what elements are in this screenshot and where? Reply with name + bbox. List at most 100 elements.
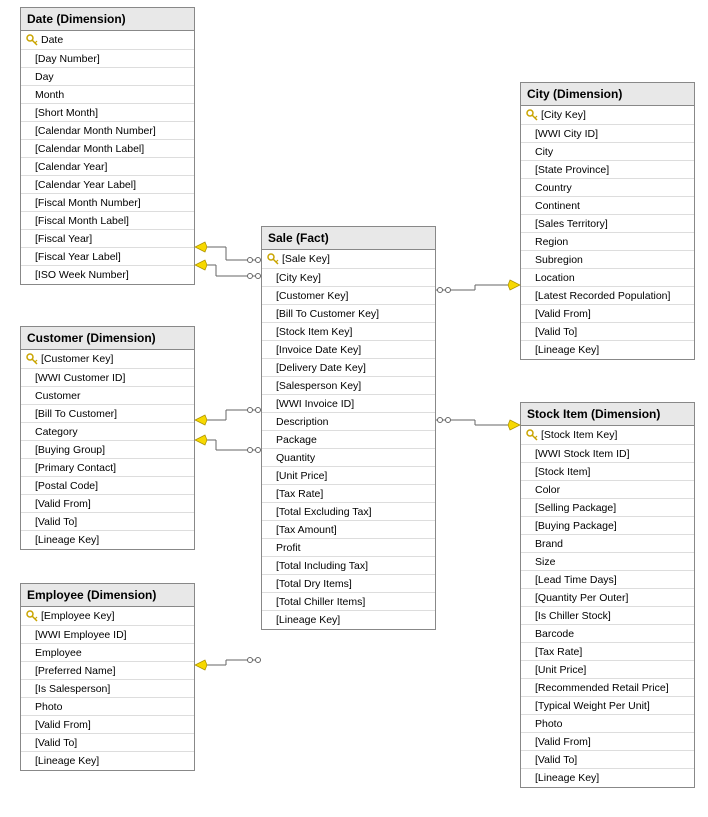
column-row[interactable]: [Lineage Key] — [262, 611, 435, 629]
column-row[interactable]: [Stock Item Key] — [262, 323, 435, 341]
column-row[interactable]: [Lineage Key] — [21, 752, 194, 770]
column-row[interactable]: [State Province] — [521, 161, 694, 179]
column-row[interactable]: [Invoice Date Key] — [262, 341, 435, 359]
column-row[interactable]: [Valid From] — [21, 716, 194, 734]
column-row[interactable]: [Valid From] — [21, 495, 194, 513]
column-row[interactable]: [Valid To] — [521, 751, 694, 769]
column-row[interactable]: Quantity — [262, 449, 435, 467]
column-row[interactable]: [Typical Weight Per Unit] — [521, 697, 694, 715]
column-row[interactable]: [Lineage Key] — [521, 341, 694, 359]
column-row[interactable]: City — [521, 143, 694, 161]
column-row[interactable]: [Total Including Tax] — [262, 557, 435, 575]
column-row[interactable]: [Stock Item] — [521, 463, 694, 481]
column-label: Country — [525, 182, 690, 194]
column-row[interactable]: [Lineage Key] — [21, 531, 194, 549]
column-label: [Valid To] — [525, 326, 690, 338]
column-row[interactable]: [Calendar Month Number] — [21, 122, 194, 140]
column-row[interactable]: Subregion — [521, 251, 694, 269]
column-row[interactable]: [Calendar Year Label] — [21, 176, 194, 194]
column-label: [Unit Price] — [266, 470, 431, 482]
column-row[interactable]: Month — [21, 86, 194, 104]
column-row[interactable]: Country — [521, 179, 694, 197]
column-row[interactable]: Day — [21, 68, 194, 86]
column-row[interactable]: [ISO Week Number] — [21, 266, 194, 284]
column-row[interactable]: [Valid To] — [21, 734, 194, 752]
column-row[interactable]: [Sales Territory] — [521, 215, 694, 233]
column-row[interactable]: [WWI Invoice ID] — [262, 395, 435, 413]
column-row[interactable]: [Preferred Name] — [21, 662, 194, 680]
column-row[interactable]: [Stock Item Key] — [521, 426, 694, 445]
column-label: [Quantity Per Outer] — [525, 592, 690, 604]
column-row[interactable]: [Lead Time Days] — [521, 571, 694, 589]
column-row[interactable]: [Fiscal Year Label] — [21, 248, 194, 266]
table-city[interactable]: City (Dimension) [City Key][WWI City ID]… — [520, 82, 695, 360]
column-label: [Typical Weight Per Unit] — [525, 700, 690, 712]
table-date[interactable]: Date (Dimension) Date[Day Number]DayMont… — [20, 7, 195, 285]
column-row[interactable]: [Unit Price] — [262, 467, 435, 485]
column-row[interactable]: [Quantity Per Outer] — [521, 589, 694, 607]
column-row[interactable]: Profit — [262, 539, 435, 557]
column-row[interactable]: [Tax Rate] — [262, 485, 435, 503]
column-row[interactable]: [Total Excluding Tax] — [262, 503, 435, 521]
column-row[interactable]: Continent — [521, 197, 694, 215]
column-row[interactable]: [Valid To] — [21, 513, 194, 531]
column-row[interactable]: [Valid From] — [521, 733, 694, 751]
column-row[interactable]: [Tax Rate] — [521, 643, 694, 661]
column-row[interactable]: [Calendar Year] — [21, 158, 194, 176]
column-row[interactable]: [Customer Key] — [21, 350, 194, 369]
column-row[interactable]: [Primary Contact] — [21, 459, 194, 477]
column-row[interactable]: [Latest Recorded Population] — [521, 287, 694, 305]
column-row[interactable]: Category — [21, 423, 194, 441]
table-customer[interactable]: Customer (Dimension) [Customer Key][WWI … — [20, 326, 195, 550]
table-stockitem[interactable]: Stock Item (Dimension) [Stock Item Key][… — [520, 402, 695, 788]
column-row[interactable]: [Postal Code] — [21, 477, 194, 495]
column-row[interactable]: [Day Number] — [21, 50, 194, 68]
column-row[interactable]: [City Key] — [262, 269, 435, 287]
table-employee[interactable]: Employee (Dimension) [Employee Key][WWI … — [20, 583, 195, 771]
column-row[interactable]: Photo — [21, 698, 194, 716]
column-row[interactable]: [Fiscal Month Label] — [21, 212, 194, 230]
column-row[interactable]: [Recommended Retail Price] — [521, 679, 694, 697]
column-row[interactable]: [Unit Price] — [521, 661, 694, 679]
column-row[interactable]: [Is Chiller Stock] — [521, 607, 694, 625]
column-row[interactable]: [WWI City ID] — [521, 125, 694, 143]
column-row[interactable]: [Valid To] — [521, 323, 694, 341]
column-row[interactable]: Color — [521, 481, 694, 499]
column-row[interactable]: [Tax Amount] — [262, 521, 435, 539]
column-row[interactable]: [Buying Package] — [521, 517, 694, 535]
column-row[interactable]: [Short Month] — [21, 104, 194, 122]
column-row[interactable]: [Calendar Month Label] — [21, 140, 194, 158]
column-row[interactable]: Customer — [21, 387, 194, 405]
table-sale[interactable]: Sale (Fact) [Sale Key][City Key][Custome… — [261, 226, 436, 630]
column-row[interactable]: Description — [262, 413, 435, 431]
column-row[interactable]: [Sale Key] — [262, 250, 435, 269]
column-row[interactable]: [Salesperson Key] — [262, 377, 435, 395]
column-row[interactable]: Photo — [521, 715, 694, 733]
column-row[interactable]: [Buying Group] — [21, 441, 194, 459]
column-row[interactable]: [Delivery Date Key] — [262, 359, 435, 377]
column-row[interactable]: Location — [521, 269, 694, 287]
column-row[interactable]: [Valid From] — [521, 305, 694, 323]
column-row[interactable]: [Customer Key] — [262, 287, 435, 305]
column-row[interactable]: [WWI Customer ID] — [21, 369, 194, 387]
column-row[interactable]: Size — [521, 553, 694, 571]
column-row[interactable]: [Selling Package] — [521, 499, 694, 517]
column-row[interactable]: [Bill To Customer] — [21, 405, 194, 423]
column-row[interactable]: [Fiscal Year] — [21, 230, 194, 248]
column-row[interactable]: [Lineage Key] — [521, 769, 694, 787]
column-row[interactable]: [Total Chiller Items] — [262, 593, 435, 611]
column-row[interactable]: [Employee Key] — [21, 607, 194, 626]
column-row[interactable]: [WWI Employee ID] — [21, 626, 194, 644]
column-row[interactable]: Region — [521, 233, 694, 251]
column-row[interactable]: [WWI Stock Item ID] — [521, 445, 694, 463]
column-row[interactable]: [Total Dry Items] — [262, 575, 435, 593]
column-row[interactable]: [Bill To Customer Key] — [262, 305, 435, 323]
column-row[interactable]: Employee — [21, 644, 194, 662]
column-row[interactable]: Package — [262, 431, 435, 449]
column-row[interactable]: Date — [21, 31, 194, 50]
column-row[interactable]: Brand — [521, 535, 694, 553]
column-row[interactable]: Barcode — [521, 625, 694, 643]
column-row[interactable]: [City Key] — [521, 106, 694, 125]
column-row[interactable]: [Fiscal Month Number] — [21, 194, 194, 212]
column-row[interactable]: [Is Salesperson] — [21, 680, 194, 698]
